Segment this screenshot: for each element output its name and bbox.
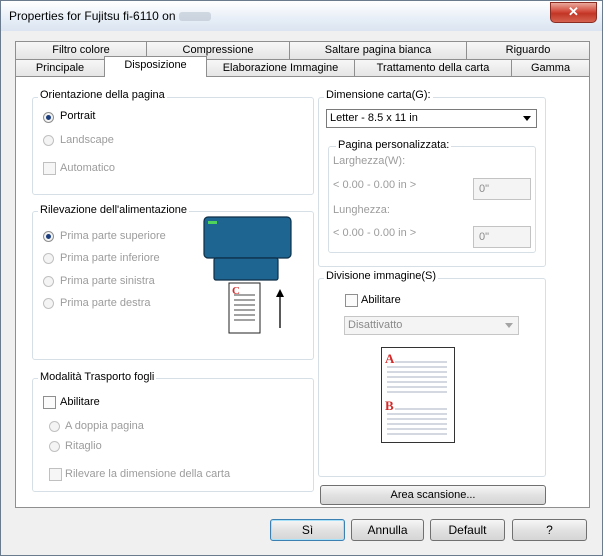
width-label: Larghezza(W): [333,155,406,167]
default-button[interactable]: Default [430,519,505,541]
split-preview-label-b: B [385,398,394,413]
length-field[interactable]: 0" [473,226,531,248]
feed-bottom-first-radio[interactable] [43,253,54,264]
paper-size-title: Dimensione carta(G): [324,89,433,101]
detect-size-label: Rilevare la dimensione della carta [65,468,231,480]
properties-dialog: Properties for Fujitsu fi-6110 on ✕ Filt… [0,0,603,556]
chevron-down-icon [505,323,513,328]
portrait-label: Portrait [60,110,96,122]
landscape-radio[interactable] [43,135,54,146]
scanner-feed-illustration [203,216,292,334]
split-enable-label: Abilitare [361,294,401,306]
landscape-label: Landscape [60,134,114,146]
automatic-checkbox[interactable] [43,162,56,175]
feed-bottom-first-label: Prima parte inferiore [60,252,160,264]
split-mode-value: Disattivatto [348,319,403,331]
title-bar: Properties for Fujitsu fi-6110 on ✕ [1,1,602,31]
help-button[interactable]: ? [512,519,587,541]
feed-detection-title: Rilevazione dell'alimentazione [38,204,190,216]
carrier-enable-checkbox[interactable] [43,396,56,409]
tab-riguardo[interactable]: Riguardo [466,41,590,59]
tab-elaborazione-immagine[interactable]: Elaborazione Immagine [206,59,355,77]
tab-disposizione[interactable]: Disposizione [104,56,207,77]
portrait-radio[interactable] [43,112,54,123]
orientation-title: Orientazione della pagina [38,89,167,101]
split-preview-label-a: A [385,351,395,366]
width-field[interactable]: 0" [473,178,531,200]
tab-trattamento-della-carta[interactable]: Trattamento della carta [354,59,512,77]
carrier-enable-label: Abilitare [60,396,100,408]
split-title: Divisione immagine(S) [324,270,439,282]
scan-area-button[interactable]: Area scansione... [320,485,546,505]
width-range: < 0.00 - 0.00 in > [333,179,417,191]
double-page-radio[interactable] [49,421,60,432]
ok-button[interactable]: Sì [270,519,345,541]
length-label: Lunghezza: [333,204,390,216]
custom-page-title: Pagina personalizzata: [336,139,452,151]
feed-right-first-label: Prima parte destra [60,297,151,309]
detect-size-checkbox[interactable] [49,468,62,481]
carrier-title: Modalità Trasporto fogli [38,371,157,383]
feed-left-first-radio[interactable] [43,276,54,287]
tab-saltare-pagina-bianca[interactable]: Saltare pagina bianca [289,41,467,59]
feed-left-first-label: Prima parte sinistra [60,275,155,287]
tab-panel-disposizione: Orientazione della pagina Portrait Lands… [15,76,590,508]
split-enable-checkbox[interactable] [345,294,358,307]
feed-top-first-label: Prima parte superiore [60,230,166,242]
crop-label: Ritaglio [65,440,102,452]
tab-principale[interactable]: Principale [15,59,105,77]
split-mode-select[interactable]: Disattivatto [344,316,519,335]
tab-gamma[interactable]: Gamma [511,59,590,77]
window-title: Properties for Fujitsu fi-6110 on [9,9,211,23]
automatic-label: Automatico [60,162,116,174]
paper-size-value: Letter - 8.5 x 11 in [330,112,418,124]
feed-top-first-radio[interactable] [43,231,54,242]
redacted-host [178,12,211,22]
feed-illustration-letter: C [232,285,240,297]
double-page-label: A doppia pagina [65,420,144,432]
close-button[interactable]: ✕ [550,2,597,23]
cancel-button[interactable]: Annulla [351,519,424,541]
window-title-text: Properties for Fujitsu fi-6110 on [9,9,176,23]
paper-size-select[interactable]: Letter - 8.5 x 11 in [326,109,537,128]
feed-right-first-radio[interactable] [43,298,54,309]
length-range: < 0.00 - 0.00 in > [333,227,417,239]
chevron-down-icon [523,116,531,121]
crop-radio[interactable] [49,441,60,452]
